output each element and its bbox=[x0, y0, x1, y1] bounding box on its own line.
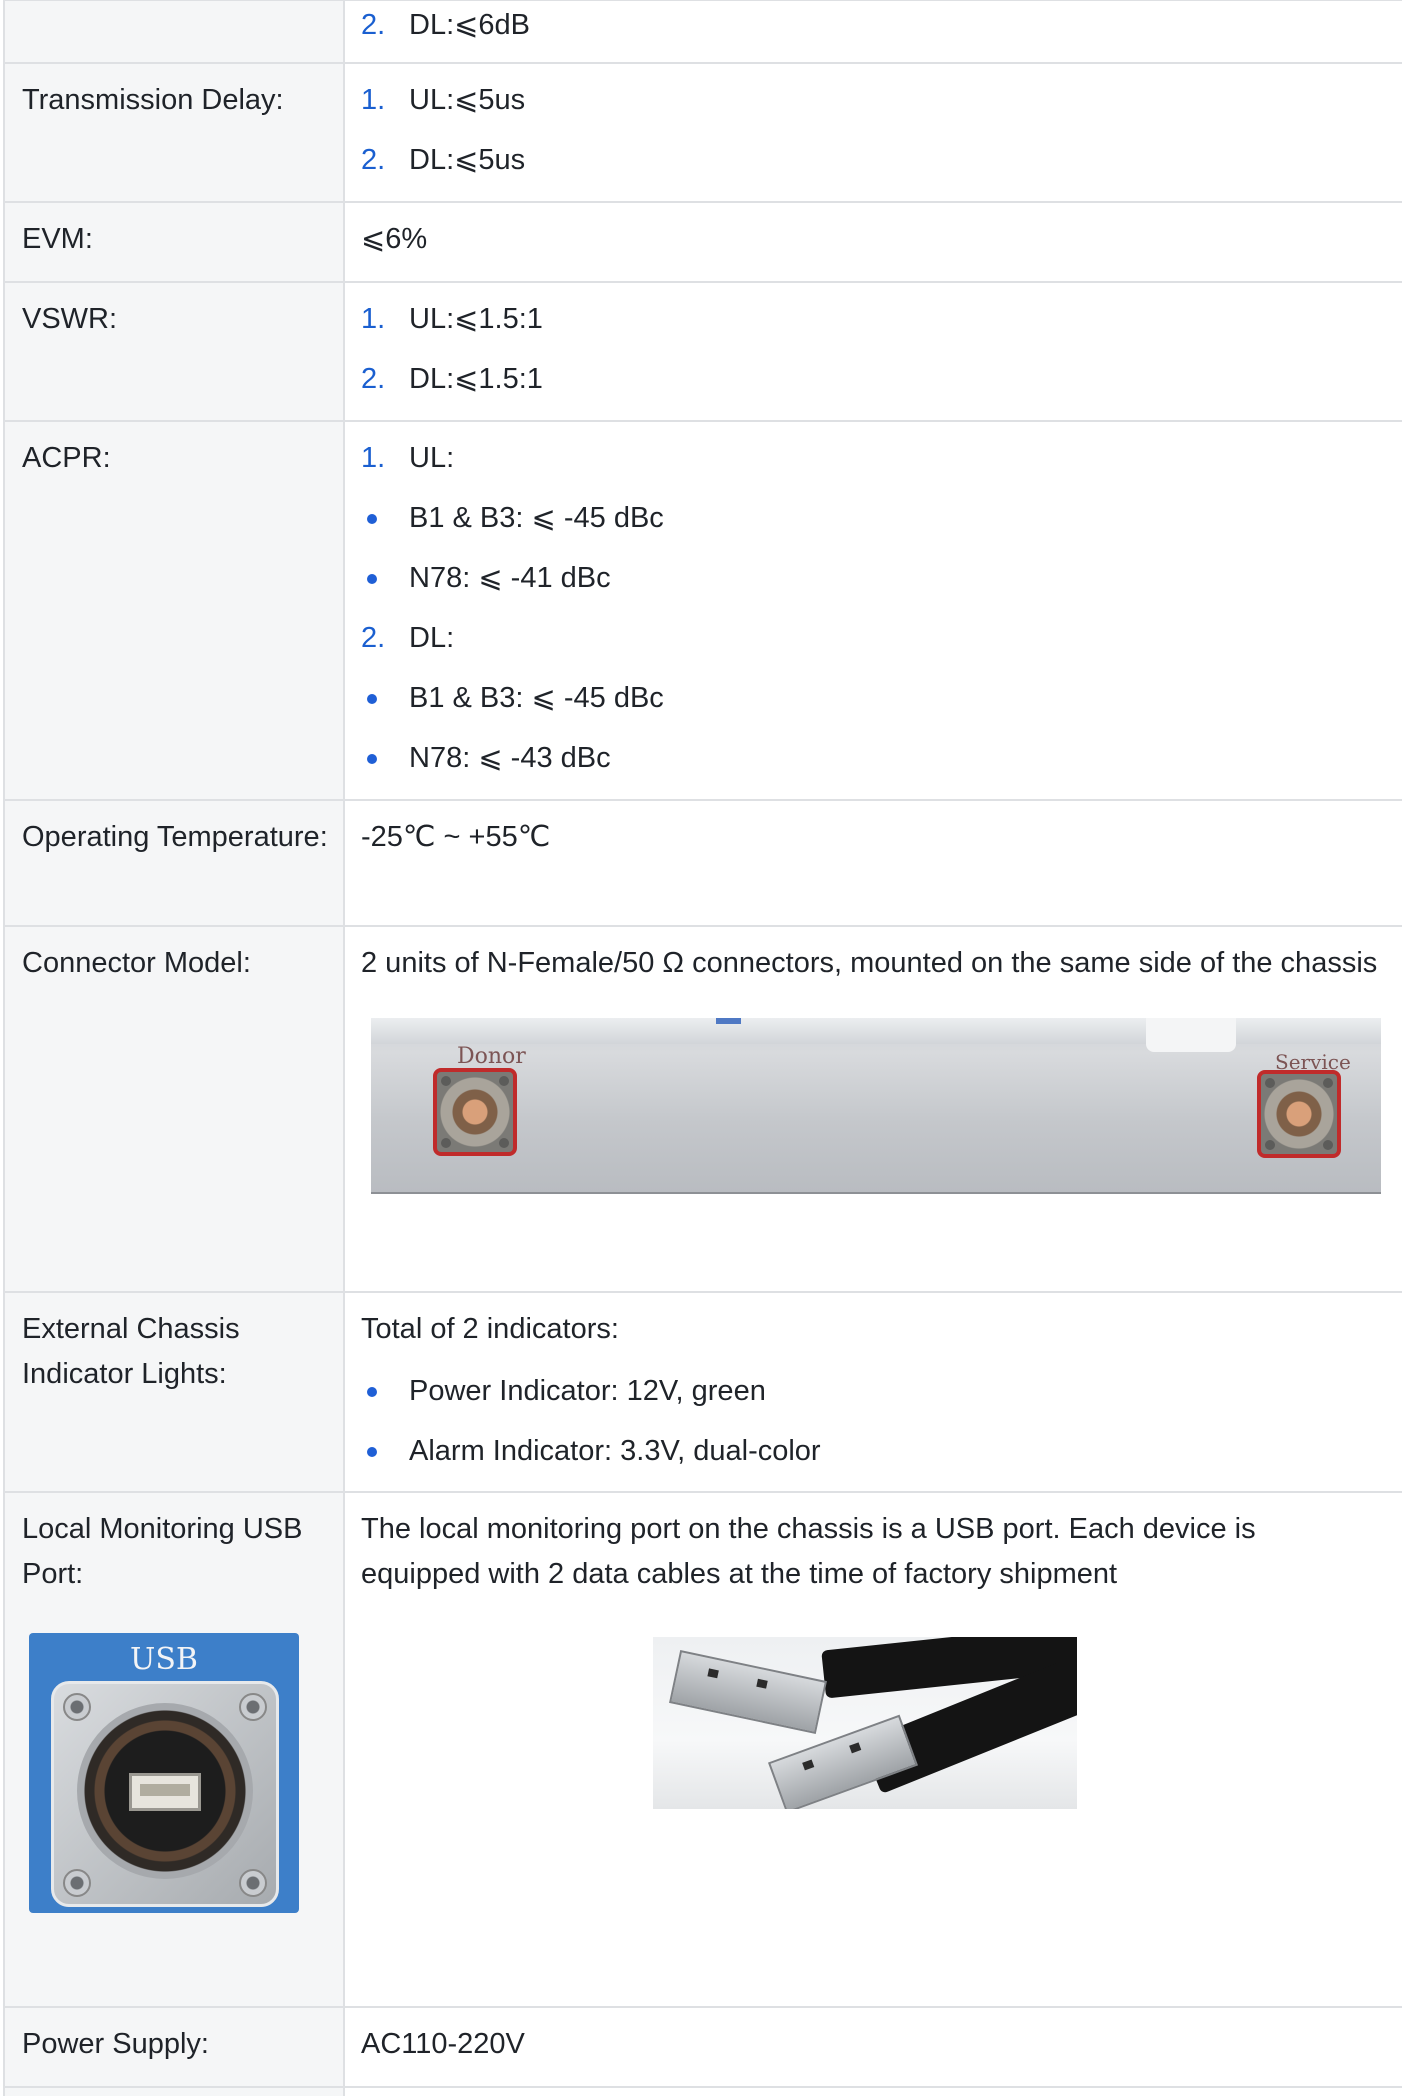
list-item: 1. UL:⩽5us bbox=[361, 78, 1384, 138]
row-value: 2. DL:⩽6dB bbox=[345, 1, 1402, 62]
row-label: Power Supply: bbox=[5, 2008, 345, 2086]
list-item-text: DL:⩽1.5:1 bbox=[409, 363, 543, 395]
row-vswr: VSWR: 1. UL:⩽1.5:1 2. DL:⩽1.5:1 bbox=[5, 283, 1402, 422]
list-item-text: Power Indicator: 12V, green bbox=[409, 1375, 766, 1407]
usb-cables-photo bbox=[653, 1637, 1077, 1809]
row-label: Transmission Delay: bbox=[5, 64, 345, 201]
row-label: EVM: bbox=[5, 203, 345, 281]
row-value: 2 units of N-Female/50 Ω connectors, mou… bbox=[345, 927, 1402, 1291]
row-value: 1. UL: B1 & B3: ⩽ -45 dBc N78: ⩽ -41 dBc… bbox=[345, 422, 1402, 799]
list-item: N78: ⩽ -41 dBc bbox=[361, 556, 1384, 616]
list-number: 1. bbox=[361, 442, 386, 474]
row-value: AC110-220V bbox=[361, 2028, 525, 2060]
list-item-text: UL: bbox=[409, 442, 455, 474]
service-connector-icon bbox=[1257, 1070, 1341, 1158]
row-transmission-delay: Transmission Delay: 1. UL:⩽5us 2. DL:⩽5u… bbox=[5, 64, 1402, 203]
row-value-text: Total of 2 indicators: bbox=[361, 1313, 619, 1345]
list-item-text: B1 & B3: ⩽ -45 dBc bbox=[409, 502, 664, 534]
row-value-text: 2 units of N-Female/50 Ω connectors, mou… bbox=[361, 947, 1378, 979]
list-item: Alarm Indicator: 3.3V, dual-color bbox=[361, 1429, 1384, 1489]
list-item-text: DL:⩽5us bbox=[409, 144, 526, 176]
bullet-dot bbox=[361, 676, 409, 721]
usb-socket-icon bbox=[129, 1773, 201, 1811]
bullet-dot bbox=[361, 556, 409, 601]
list-item: 2. DL: bbox=[361, 616, 1384, 676]
list-item: Power Indicator: 12V, green bbox=[361, 1369, 1384, 1429]
row-value: 1. UL:⩽1.5:1 2. DL:⩽1.5:1 bbox=[345, 283, 1402, 420]
bullet-dot bbox=[361, 496, 409, 541]
list-item: 2. DL:⩽1.5:1 bbox=[361, 357, 1384, 417]
list-item: B1 & B3: ⩽ -45 dBc bbox=[361, 676, 1384, 736]
row-label-cell: Local Monitoring USB Port: USB bbox=[5, 1493, 345, 2006]
spec-table: 2. DL:⩽6dB Transmission Delay: 1. UL:⩽5u… bbox=[3, 0, 1402, 2096]
list-number: 2. bbox=[361, 622, 386, 654]
list-item: B1 & B3: ⩽ -45 dBc bbox=[361, 496, 1384, 556]
list-item: 1. UL:⩽1.5:1 bbox=[361, 297, 1384, 357]
row-value: -25℃ ~ +55℃ bbox=[361, 821, 551, 853]
row-label: External Chassis Indicator Lights: bbox=[5, 1293, 345, 1491]
row-label: VSWR: bbox=[5, 283, 345, 420]
screw-icon bbox=[63, 1693, 91, 1721]
list-number: 2. bbox=[361, 363, 386, 395]
list-item-text: B1 & B3: ⩽ -45 dBc bbox=[409, 682, 664, 714]
bullet-dot bbox=[361, 736, 409, 781]
list-item: 2. DL:⩽5us bbox=[361, 138, 1384, 198]
screw-icon bbox=[63, 1869, 91, 1897]
row-evm: EVM: ⩽6% bbox=[5, 203, 1402, 283]
row-insertion-loss-fragment: 2. DL:⩽6dB bbox=[5, 1, 1402, 64]
row-value: 1. UL:⩽5us 2. DL:⩽5us bbox=[345, 64, 1402, 201]
list-item: 1. UL: bbox=[361, 436, 1384, 496]
row-label: ACPR: bbox=[5, 422, 345, 799]
row-connector-model: Connector Model: 2 units of N-Female/50 … bbox=[5, 927, 1402, 1293]
row-value-empty bbox=[345, 2088, 1402, 2096]
row-label: Operating Temperature: bbox=[5, 801, 345, 925]
chassis-tab bbox=[716, 1018, 741, 1024]
usb-port-photo: USB bbox=[29, 1633, 299, 1913]
row-label-empty bbox=[5, 2088, 345, 2096]
row-value-text: The local monitoring port on the chassis… bbox=[361, 1513, 1256, 1590]
list-item-text: N78: ⩽ -43 dBc bbox=[409, 742, 611, 774]
row-operating-temperature: Operating Temperature: -25℃ ~ +55℃ bbox=[5, 801, 1402, 927]
row-label: Local Monitoring USB Port: bbox=[22, 1513, 303, 1590]
list-item: 2. DL:⩽6dB bbox=[361, 3, 1384, 63]
list-number: 1. bbox=[361, 303, 386, 335]
screw-icon bbox=[239, 1869, 267, 1897]
list-item-text: UL:⩽5us bbox=[409, 84, 526, 116]
usb-plug-icon bbox=[669, 1649, 827, 1735]
list-item-text: DL:⩽6dB bbox=[409, 9, 531, 41]
row-acpr: ACPR: 1. UL: B1 & B3: ⩽ -45 dBc N78: ⩽ -… bbox=[5, 422, 1402, 801]
list-item-text: DL: bbox=[409, 622, 455, 654]
list-item-text: N78: ⩽ -41 dBc bbox=[409, 562, 611, 594]
screw-icon bbox=[239, 1693, 267, 1721]
bullet-dot bbox=[361, 1429, 409, 1474]
list-number: 2. bbox=[361, 144, 386, 176]
list-item-text: Alarm Indicator: 3.3V, dual-color bbox=[409, 1435, 821, 1467]
row-external-indicators: External Chassis Indicator Lights: Total… bbox=[5, 1293, 1402, 1493]
row-value: ⩽6% bbox=[361, 223, 428, 255]
list-item-text: UL:⩽1.5:1 bbox=[409, 303, 543, 335]
list-number: 2. bbox=[361, 9, 386, 41]
list-item: N78: ⩽ -43 dBc bbox=[361, 736, 1384, 796]
connector-photo: Donor Service bbox=[371, 1018, 1381, 1194]
row-label: Connector Model: bbox=[5, 927, 345, 1291]
row-value: The local monitoring port on the chassis… bbox=[345, 1493, 1402, 2006]
list-number: 1. bbox=[361, 84, 386, 116]
bullet-dot bbox=[361, 1369, 409, 1414]
row-usb-port: Local Monitoring USB Port: USB The local… bbox=[5, 1493, 1402, 2008]
chassis-notch bbox=[1146, 1018, 1236, 1052]
donor-connector-icon bbox=[433, 1068, 517, 1156]
row-value: Total of 2 indicators: Power Indicator: … bbox=[345, 1293, 1402, 1491]
row-label-empty bbox=[5, 1, 345, 62]
row-power-supply: Power Supply: AC110-220V bbox=[5, 2008, 1402, 2088]
row-next-partial bbox=[5, 2088, 1402, 2096]
usb-photo-text: USB bbox=[130, 1642, 198, 1677]
